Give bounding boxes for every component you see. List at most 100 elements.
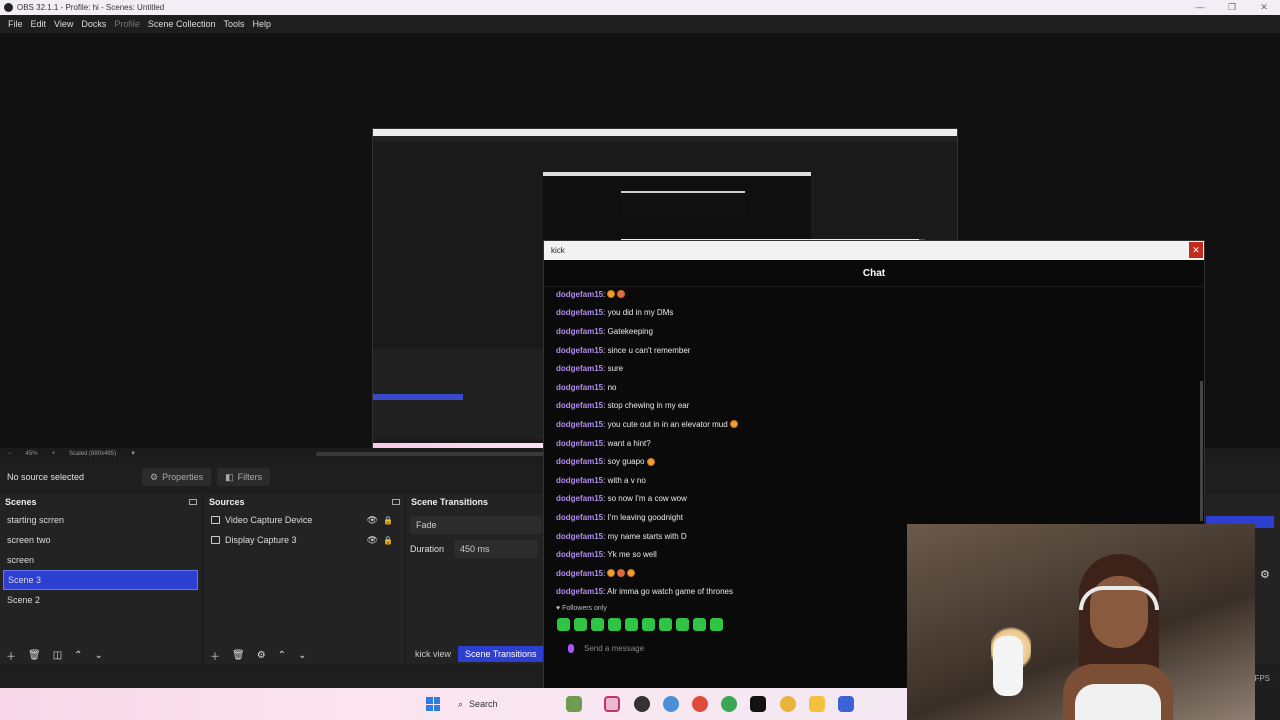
- chrome-icon[interactable]: [663, 696, 679, 712]
- chat-scrollbar[interactable]: [1200, 381, 1203, 521]
- scene-item[interactable]: screen two: [0, 530, 201, 550]
- undock-icon[interactable]: [189, 499, 197, 505]
- chat-username[interactable]: dodgefam15: [556, 513, 603, 522]
- chat-username[interactable]: dodgefam15: [556, 364, 603, 373]
- chat-username[interactable]: dodgefam15: [556, 550, 603, 559]
- scenes-dock: Scenes starting scrren screen two screen…: [0, 494, 201, 664]
- scene-item[interactable]: screen: [0, 550, 201, 570]
- emote-icon[interactable]: [642, 618, 655, 631]
- chrome-icon[interactable]: [692, 696, 708, 712]
- zoom-out-icon[interactable]: −: [8, 451, 12, 457]
- add-scene-icon[interactable]: ＋: [6, 648, 16, 663]
- opera-icon[interactable]: [604, 696, 620, 712]
- chat-username[interactable]: dodgefam15: [556, 457, 603, 466]
- chat-username[interactable]: dodgefam15: [556, 587, 603, 596]
- emote-icon[interactable]: [659, 618, 672, 631]
- preview-scrollbar[interactable]: [316, 452, 546, 456]
- duration-input[interactable]: 450 ms: [454, 540, 539, 558]
- chat-username[interactable]: dodgefam15: [556, 439, 603, 448]
- chat-message: dodgefam15: want a hint?: [556, 434, 1156, 453]
- menu-scene-collection[interactable]: Scene Collection: [144, 19, 220, 29]
- followers-only-text: Followers only: [562, 605, 607, 612]
- chat-username[interactable]: dodgefam15: [556, 290, 603, 299]
- menu-file[interactable]: File: [4, 19, 27, 29]
- menu-help[interactable]: Help: [248, 19, 275, 29]
- move-up-icon[interactable]: ⌃: [74, 650, 82, 661]
- tab-kick-view[interactable]: kick view: [408, 646, 458, 662]
- mic-icon[interactable]: [568, 643, 574, 653]
- chat-username[interactable]: dodgefam15: [556, 569, 603, 578]
- chat-username[interactable]: dodgefam15: [556, 383, 603, 392]
- nested-window-2: [621, 191, 745, 221]
- chat-username[interactable]: dodgefam15: [556, 476, 603, 485]
- close-icon[interactable]: ✕: [1248, 0, 1280, 15]
- taskbar-search[interactable]: ⌕ Search: [452, 694, 552, 714]
- chat-username[interactable]: dodgefam15: [556, 420, 603, 429]
- emote-icon[interactable]: [693, 618, 706, 631]
- start-icon[interactable]: [426, 697, 440, 711]
- scene-item-selected[interactable]: Scene 3: [3, 570, 198, 590]
- menu-view[interactable]: View: [50, 19, 77, 29]
- tiktok-icon[interactable]: [750, 696, 766, 712]
- menu-bar: File Edit View Docks Profile Scene Colle…: [0, 15, 1280, 33]
- lock-icon[interactable]: 🔒: [383, 536, 393, 545]
- chat-username[interactable]: dodgefam15: [556, 494, 603, 503]
- emote-icon[interactable]: [557, 618, 570, 631]
- app-icon[interactable]: [838, 696, 854, 712]
- chat-username[interactable]: dodgefam15: [556, 308, 603, 317]
- add-source-icon[interactable]: ＋: [210, 648, 220, 663]
- tab-scene-transitions[interactable]: Scene Transitions: [458, 646, 544, 662]
- menu-edit[interactable]: Edit: [27, 19, 51, 29]
- remove-scene-icon[interactable]: 🗑: [28, 650, 41, 661]
- properties-button[interactable]: ⚙ Properties: [142, 468, 212, 486]
- emote-icon[interactable]: [591, 618, 604, 631]
- settings-gear-icon[interactable]: ⚙: [1260, 568, 1270, 581]
- obs-taskbar-icon[interactable]: [634, 696, 650, 712]
- no-source-label: No source selected: [7, 472, 85, 482]
- scene-item[interactable]: Scene 2: [0, 590, 201, 610]
- source-item[interactable]: Video Capture Device 👁 🔒: [204, 510, 404, 530]
- remove-source-icon[interactable]: 🗑: [232, 650, 245, 661]
- move-up-icon[interactable]: ⌃: [278, 650, 286, 661]
- widget-icon[interactable]: [566, 696, 582, 712]
- chat-close-button[interactable]: ✕: [1189, 242, 1203, 258]
- chat-message: dodgefam15: soy guapo: [556, 452, 1156, 471]
- emote-icon[interactable]: [625, 618, 638, 631]
- chat-username[interactable]: dodgefam15: [556, 346, 603, 355]
- chat-username[interactable]: dodgefam15: [556, 327, 603, 336]
- scale-dropdown-icon[interactable]: ▼: [130, 451, 136, 457]
- file-explorer-icon[interactable]: [809, 696, 825, 712]
- emote-icon[interactable]: [608, 618, 621, 631]
- camera-icon: [211, 516, 220, 524]
- undock-icon[interactable]: [392, 499, 400, 505]
- chrome-icon[interactable]: [721, 696, 737, 712]
- chat-username[interactable]: dodgefam15: [556, 532, 603, 541]
- source-item[interactable]: Display Capture 3 👁 🔒: [204, 530, 404, 550]
- chrome-icon[interactable]: [780, 696, 796, 712]
- zoom-in-icon[interactable]: +: [52, 451, 56, 457]
- visibility-eye-icon[interactable]: 👁: [367, 535, 378, 546]
- followers-only-label: ♥ Followers only: [556, 605, 607, 612]
- visibility-eye-icon[interactable]: 👁: [367, 515, 378, 526]
- move-down-icon[interactable]: ⌄: [95, 650, 103, 661]
- lock-icon[interactable]: 🔒: [383, 516, 393, 525]
- emote-icon[interactable]: [710, 618, 723, 631]
- source-properties-icon[interactable]: ⚙: [257, 650, 266, 661]
- minimize-icon[interactable]: —: [1184, 0, 1216, 15]
- scenes-toolbar: ＋ 🗑 ◫ ⌃ ⌄: [0, 646, 201, 664]
- emote-icon[interactable]: [676, 618, 689, 631]
- maximize-icon[interactable]: ❐: [1216, 0, 1248, 15]
- emote-icon[interactable]: [574, 618, 587, 631]
- window-controls: — ❐ ✕: [1184, 0, 1280, 15]
- scene-item[interactable]: starting scrren: [0, 510, 201, 530]
- move-down-icon[interactable]: ⌄: [298, 650, 306, 661]
- scene-filters-icon[interactable]: ◫: [53, 650, 62, 661]
- transition-type-select[interactable]: Fade: [410, 516, 542, 534]
- filters-button[interactable]: ◧ Filters: [217, 468, 271, 486]
- chat-username[interactable]: dodgefam15: [556, 401, 603, 410]
- menu-tools[interactable]: Tools: [219, 19, 248, 29]
- menu-profile[interactable]: Profile: [110, 19, 144, 29]
- sources-toolbar: ＋ 🗑 ⚙ ⌃ ⌄: [204, 646, 404, 664]
- webcam-feed: [907, 524, 1255, 720]
- menu-docks[interactable]: Docks: [77, 19, 110, 29]
